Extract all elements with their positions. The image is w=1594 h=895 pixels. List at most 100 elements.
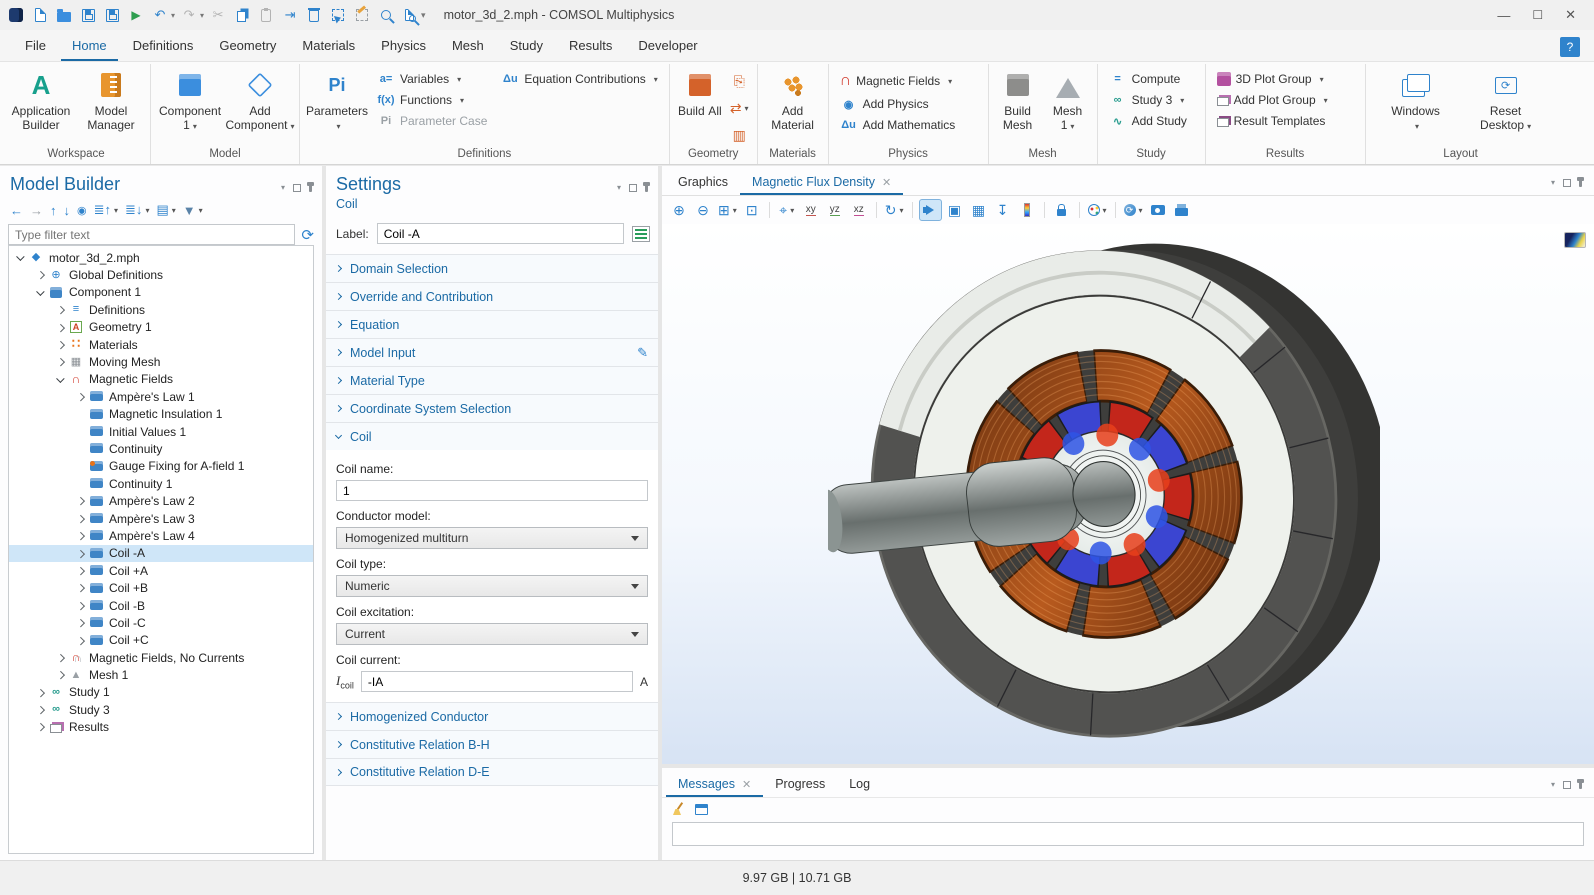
parameter-case-button[interactable]: PiParameter Case: [372, 112, 492, 130]
plot-group-3d-button[interactable]: 3D Plot Group▾: [1212, 70, 1333, 88]
cut-icon[interactable]: ✂: [208, 5, 228, 25]
coil-excitation-select[interactable]: Current: [336, 623, 648, 645]
tree-item-gauge-fixing[interactable]: Gauge Fixing for A-field 1: [9, 458, 313, 475]
expander-icon[interactable]: [53, 320, 68, 334]
tree-item-coil-minus-a[interactable]: Coil -A: [9, 545, 313, 562]
snapshot-icon[interactable]: [1147, 199, 1169, 221]
tree-item-materials[interactable]: ∷Materials: [9, 336, 313, 353]
tab-definitions[interactable]: Definitions: [122, 32, 205, 61]
tree-item-coil-plus-c[interactable]: Coil +C: [9, 632, 313, 649]
zoom-extents-icon[interactable]: ⊡: [741, 199, 763, 221]
windows-button[interactable]: Windows▾: [1384, 66, 1448, 136]
expander-icon[interactable]: [33, 720, 48, 734]
transparency-icon[interactable]: ▣: [944, 199, 966, 221]
section-coil[interactable]: Coil: [326, 422, 658, 450]
zoom-out-icon[interactable]: ⊖: [692, 199, 714, 221]
tab-progress[interactable]: Progress: [763, 771, 837, 797]
float-panel-icon[interactable]: [629, 184, 637, 192]
tree-item-moving-mesh[interactable]: ▦Moving Mesh: [9, 353, 313, 370]
tab-mesh[interactable]: Mesh: [441, 32, 495, 61]
tab-developer[interactable]: Developer: [627, 32, 708, 61]
redo-icon[interactable]: ↷: [179, 5, 199, 25]
section-coordinate-system[interactable]: Coordinate System Selection: [326, 394, 658, 422]
tree-item-magnetic-insulation-1[interactable]: Magnetic Insulation 1: [9, 406, 313, 423]
reset-desktop-button[interactable]: ⟳ Reset Desktop▾: [1474, 66, 1538, 136]
print-icon[interactable]: [1171, 199, 1193, 221]
rebuild-icon[interactable]: ⇄▾: [728, 97, 751, 119]
lock-view-icon[interactable]: [1051, 199, 1073, 221]
paste-icon[interactable]: [256, 5, 276, 25]
tree-item-results[interactable]: Results: [9, 719, 313, 736]
coil-name-input[interactable]: [336, 480, 648, 501]
expander-icon[interactable]: [73, 599, 88, 613]
tree-item-mesh-1[interactable]: ▲Mesh 1: [9, 666, 313, 683]
minimize-button[interactable]: —: [1497, 8, 1510, 23]
expander-icon[interactable]: [53, 303, 68, 317]
redo-caret[interactable]: ▾: [200, 11, 204, 20]
tree-item-magnetic-fields-no-currents[interactable]: ∩Magnetic Fields, No Currents: [9, 649, 313, 666]
panel-menu-icon[interactable]: ▾: [617, 183, 621, 192]
build-all-button[interactable]: Build All: [676, 66, 724, 120]
edit-model-input-icon[interactable]: ✎: [637, 345, 648, 361]
collapse-all-icon[interactable]: ≣↑: [94, 202, 111, 218]
model-manager-button[interactable]: Model Manager: [78, 66, 144, 134]
node-columns-icon[interactable]: ▤: [156, 202, 168, 218]
tree-item-amperes-law-4[interactable]: Ampère's Law 4: [9, 527, 313, 544]
back-icon[interactable]: ←: [10, 203, 23, 218]
panel-menu-icon[interactable]: ▾: [1551, 780, 1555, 789]
section-domain-selection[interactable]: Domain Selection: [326, 254, 658, 282]
tab-physics[interactable]: Physics: [370, 32, 437, 61]
open-file-icon[interactable]: [54, 5, 74, 25]
expander-icon[interactable]: [73, 512, 88, 526]
tab-home[interactable]: Home: [61, 32, 118, 61]
expander-icon[interactable]: [73, 581, 88, 595]
graphics-canvas[interactable]: [662, 224, 1594, 764]
expander-icon[interactable]: [33, 703, 48, 717]
environment-icon[interactable]: ⟳▾: [1122, 199, 1145, 221]
view-xz-icon[interactable]: xz: [848, 199, 870, 221]
parameters-button[interactable]: Pi Parameters▾: [306, 66, 368, 136]
expander-icon[interactable]: [73, 616, 88, 630]
delete-icon[interactable]: [304, 5, 324, 25]
expand-all-icon[interactable]: ≣↓: [125, 202, 142, 218]
toolbar-overflow-icon[interactable]: ▾: [421, 10, 426, 21]
close-button[interactable]: ✕: [1565, 7, 1576, 23]
grid-icon[interactable]: ▦: [968, 199, 990, 221]
study3-button[interactable]: ∞Study 3▾: [1104, 91, 1192, 109]
geometry-parts-icon[interactable]: ▥: [728, 124, 751, 146]
tab-geometry[interactable]: Geometry: [208, 32, 287, 61]
maximize-button[interactable]: ☐: [1532, 8, 1543, 22]
section-override-contribution[interactable]: Override and Contribution: [326, 282, 658, 310]
undo-icon[interactable]: ↶: [150, 5, 170, 25]
tab-graphics[interactable]: Graphics: [666, 169, 740, 195]
insert-sequence-icon[interactable]: ⎘: [728, 70, 751, 92]
expander-icon[interactable]: [33, 268, 48, 282]
undo-caret[interactable]: ▾: [171, 11, 175, 20]
tree-item-root[interactable]: ◆motor_3d_2.mph: [9, 249, 313, 266]
run-icon[interactable]: ▶: [126, 5, 146, 25]
expander-icon[interactable]: [53, 372, 68, 386]
add-study-button[interactable]: ∿Add Study: [1104, 112, 1192, 130]
tab-materials[interactable]: Materials: [291, 32, 366, 61]
expander-icon[interactable]: [73, 564, 88, 578]
create-selection-button[interactable]: [632, 226, 650, 242]
add-physics-button[interactable]: ◉Add Physics: [835, 95, 961, 113]
tab-file[interactable]: File: [14, 32, 57, 61]
section-homogenized-conductor[interactable]: Homogenized Conductor: [326, 702, 658, 730]
tree-item-study-3[interactable]: ∞Study 3: [9, 701, 313, 718]
forward-icon[interactable]: →: [30, 203, 43, 218]
tree-item-amperes-law-1[interactable]: Ampère's Law 1: [9, 388, 313, 405]
section-constitutive-bh[interactable]: Constitutive Relation B-H: [326, 730, 658, 758]
tree-item-coil-minus-c[interactable]: Coil -C: [9, 614, 313, 631]
compute-button[interactable]: =Compute: [1104, 70, 1192, 88]
tree-item-component1[interactable]: Component 1: [9, 284, 313, 301]
tab-magnetic-flux-density[interactable]: Magnetic Flux Density✕: [740, 169, 903, 195]
pin-icon[interactable]: [645, 183, 648, 192]
expander-icon[interactable]: [73, 546, 88, 560]
tree-item-amperes-law-2[interactable]: Ampère's Law 2: [9, 492, 313, 509]
save-icon[interactable]: [78, 5, 98, 25]
expander-icon[interactable]: [73, 390, 88, 404]
select-box-icon[interactable]: [328, 5, 348, 25]
conductor-model-select[interactable]: Homogenized multiturn: [336, 527, 648, 549]
add-component-button[interactable]: Add Component▾: [227, 66, 293, 136]
